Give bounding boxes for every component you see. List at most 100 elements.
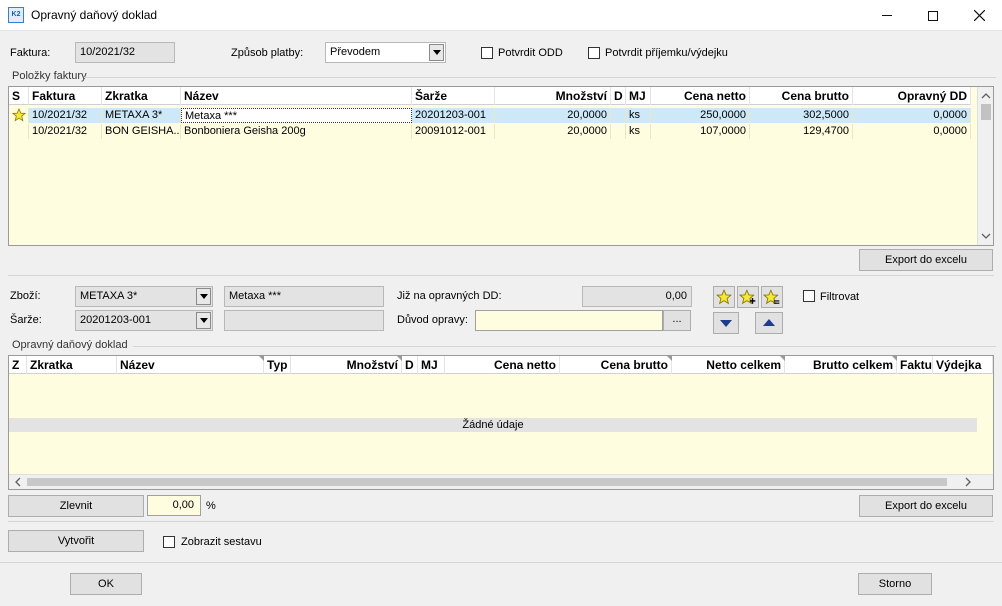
col-header-mnozstvi[interactable]: Množství: [291, 356, 402, 374]
table-row[interactable]: 10/2021/32 METAXA 3* Metaxa *** 20201203…: [9, 108, 971, 123]
column-marker-icon: [780, 356, 785, 361]
column-marker-icon: [892, 356, 897, 361]
arrow-down-icon: [720, 320, 732, 327]
polozky-grid-header: S Faktura Zkratka Název Šarže Množství D…: [9, 87, 971, 105]
col-header-faktura[interactable]: Faktura: [29, 87, 102, 105]
maximize-icon: [928, 10, 938, 21]
minimize-icon: [882, 15, 892, 16]
cell-mnozstvi: 20,0000: [495, 108, 611, 123]
scroll-left-icon[interactable]: [11, 475, 25, 489]
polozky-vertical-scrollbar[interactable]: [977, 87, 993, 245]
opravny-group-title: Opravný daňový doklad: [12, 339, 128, 351]
col-header-mnozstvi[interactable]: Množství: [495, 87, 611, 105]
col-header-d[interactable]: D: [402, 356, 418, 374]
scroll-right-icon[interactable]: [961, 475, 975, 489]
col-header-nazev[interactable]: Název: [181, 87, 412, 105]
export-excel-button-top[interactable]: Export do excelu: [859, 249, 993, 271]
faktura-field[interactable]: 10/2021/32: [75, 42, 175, 63]
star-minus-icon: [763, 289, 780, 305]
zlevnit-button[interactable]: Zlevnit: [8, 495, 144, 517]
jiz-na-opravnych-field: 0,00: [582, 286, 692, 307]
star-add-button[interactable]: [737, 286, 759, 308]
cell-cena-brutto: 129,4700: [750, 124, 853, 139]
col-header-mj[interactable]: MJ: [418, 356, 445, 374]
col-header-cena-netto[interactable]: Cena netto: [445, 356, 560, 374]
move-up-button[interactable]: [755, 312, 783, 334]
cell-mnozstvi: 20,0000: [495, 124, 611, 139]
col-header-cena-brutto[interactable]: Cena brutto: [750, 87, 853, 105]
ok-button[interactable]: OK: [70, 573, 142, 595]
group-divider: [84, 77, 996, 78]
cell-mj: ks: [626, 124, 651, 139]
potvrdit-odd-checkbox[interactable]: [481, 47, 493, 59]
col-header-sarze[interactable]: Šarže: [412, 87, 495, 105]
move-down-button[interactable]: [713, 312, 739, 334]
empty-grid-message: Žádné údaje: [9, 418, 977, 432]
col-header-mj[interactable]: MJ: [626, 87, 651, 105]
chevron-down-icon[interactable]: [196, 288, 211, 305]
title-bar: K2 Opravný daňový doklad: [0, 0, 1002, 31]
export-excel-button-bottom[interactable]: Export do excelu: [859, 495, 993, 517]
zpusob-platby-value: Převodem: [330, 46, 381, 58]
zobrazit-sestavu-label: Zobrazit sestavu: [181, 536, 262, 548]
opravny-horizontal-scrollbar[interactable]: [9, 474, 993, 489]
col-header-zkratka[interactable]: Zkratka: [102, 87, 181, 105]
chevron-down-icon[interactable]: [196, 312, 211, 329]
cell-nazev: Bonboniera Geisha 200g: [181, 124, 412, 139]
col-header-typ[interactable]: Typ: [264, 356, 291, 374]
star-remove-button[interactable]: [761, 286, 783, 308]
col-header-zkratka[interactable]: Zkratka: [27, 356, 117, 374]
column-marker-icon: [667, 356, 672, 361]
filtrovat-checkbox[interactable]: [803, 290, 815, 302]
polozky-grid[interactable]: S Faktura Zkratka Název Šarže Množství D…: [8, 86, 994, 246]
col-header-cena-brutto[interactable]: Cena brutto: [560, 356, 672, 374]
col-header-opravny-dd[interactable]: Opravný DD: [853, 87, 971, 105]
col-header-vydejka[interactable]: Výdejka: [933, 356, 993, 374]
star-button[interactable]: [713, 286, 735, 308]
arrow-up-icon: [763, 319, 775, 326]
col-header-s[interactable]: S: [9, 87, 29, 105]
jiz-na-opravnych-label: Již na opravných DD:: [397, 290, 502, 302]
col-header-netto-celkem[interactable]: Netto celkem: [672, 356, 785, 374]
minimize-button[interactable]: [864, 0, 910, 31]
cell-sarze: 20091012-001: [412, 124, 495, 139]
column-marker-icon: [259, 356, 264, 361]
scroll-down-icon[interactable]: [978, 229, 994, 243]
col-header-faktura[interactable]: Faktura: [897, 356, 933, 374]
chevron-down-icon[interactable]: [429, 44, 444, 61]
scroll-thumb[interactable]: [27, 478, 947, 486]
cell-zkratka: METAXA 3*: [102, 108, 181, 123]
zbozi-select[interactable]: METAXA 3*: [75, 286, 213, 307]
star-icon: [716, 289, 732, 305]
zlevnit-percent-input[interactable]: 0,00: [147, 495, 201, 516]
duvod-opravy-label: Důvod opravy:: [397, 314, 468, 326]
col-header-d[interactable]: D: [611, 87, 626, 105]
duvod-opravy-input[interactable]: [475, 310, 663, 331]
vytvorit-button[interactable]: Vytvořit: [8, 530, 144, 552]
cell-opravny-dd: 0,0000: [853, 124, 971, 139]
cell-nazev[interactable]: Metaxa ***: [181, 108, 412, 123]
maximize-button[interactable]: [910, 0, 956, 31]
polozky-group-title: Položky faktury: [12, 70, 87, 82]
table-row[interactable]: 10/2021/32 BON GEISHA... Bonboniera Geis…: [9, 124, 971, 139]
zobrazit-sestavu-checkbox[interactable]: [163, 536, 175, 548]
potvrdit-prijemku-checkbox[interactable]: [588, 47, 600, 59]
cell-cena-netto: 107,0000: [651, 124, 750, 139]
col-header-nazev[interactable]: Název: [117, 356, 264, 374]
close-button[interactable]: [956, 0, 1002, 31]
duvod-opravy-browse-button[interactable]: ...: [663, 310, 691, 331]
cell-faktura: 10/2021/32: [29, 108, 102, 123]
sarze-select[interactable]: 20201203-001: [75, 310, 213, 331]
col-header-z[interactable]: Z: [9, 356, 27, 374]
opravny-grid-header: Z Zkratka Název Typ Množství D MJ Cena n…: [9, 356, 993, 374]
col-header-cena-netto[interactable]: Cena netto: [651, 87, 750, 105]
cell-mj: ks: [626, 108, 651, 123]
scroll-thumb[interactable]: [981, 104, 991, 120]
scroll-up-icon[interactable]: [978, 89, 994, 103]
opravny-grid[interactable]: Z Zkratka Název Typ Množství D MJ Cena n…: [8, 355, 994, 490]
col-header-brutto-celkem[interactable]: Brutto celkem: [785, 356, 897, 374]
zpusob-platby-select[interactable]: Převodem: [325, 42, 446, 63]
storno-button[interactable]: Storno: [858, 573, 932, 595]
group-divider: [8, 521, 994, 522]
potvrdit-prijemku-label: Potvrdit příjemku/výdejku: [605, 47, 728, 59]
